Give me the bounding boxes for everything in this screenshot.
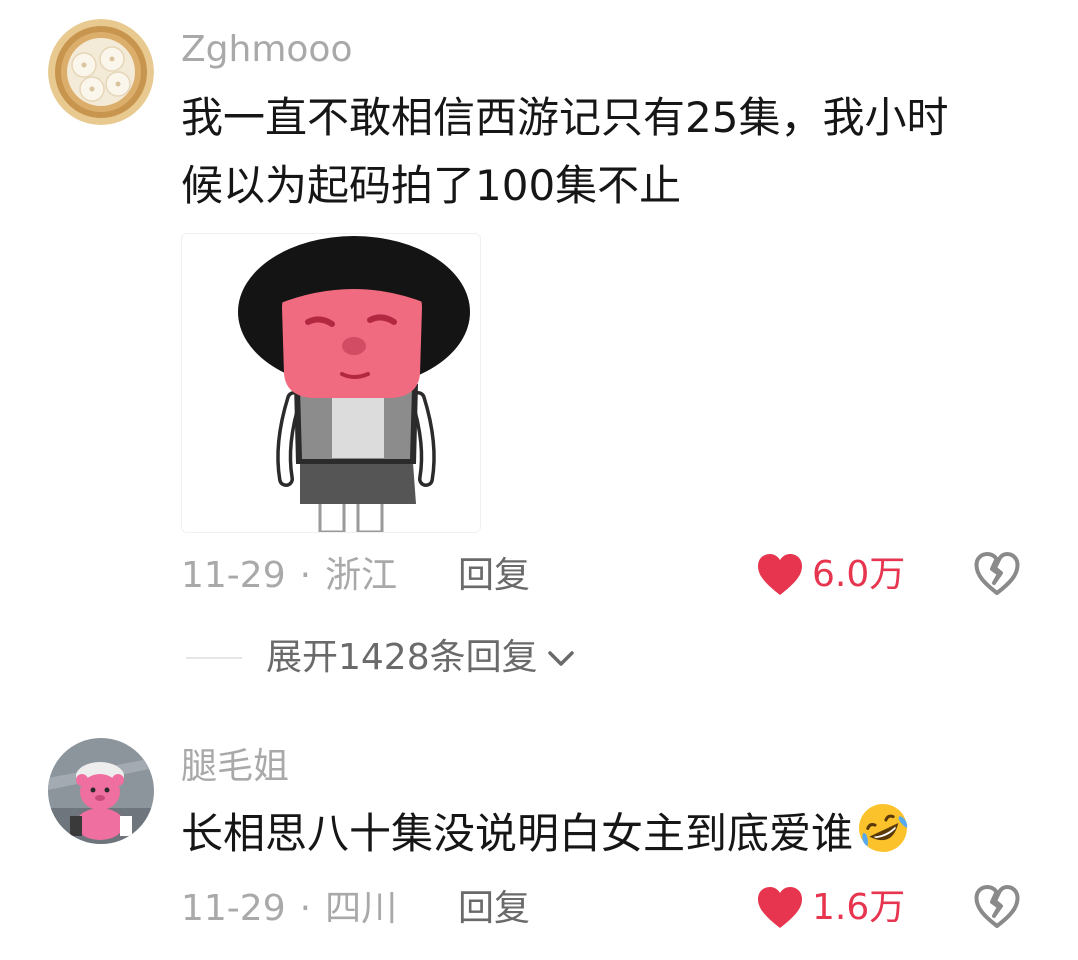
heart-icon: [758, 554, 802, 595]
rolling-laughing-emoji: [859, 804, 908, 852]
reply-button[interactable]: 回复: [458, 558, 530, 594]
comment-location: 四川: [325, 888, 398, 929]
cartoon-boy-sticker[interactable]: [181, 233, 481, 533]
broken-heart-icon[interactable]: [974, 885, 1020, 929]
comment-location: 浙江: [325, 555, 398, 596]
comment-date: 11-29: [181, 555, 286, 596]
comment-meta: 11-29 · 浙江: [181, 558, 397, 594]
expand-replies-label: 展开1428条回复: [266, 637, 538, 678]
pink-bear-avatar[interactable]: [48, 738, 154, 844]
like-count: 6.0万: [812, 554, 906, 595]
comment-text: 长相思八十集没说明白女主到底爱谁: [181, 800, 911, 868]
meta-separator: ·: [299, 888, 312, 929]
chevron-down-icon: [547, 651, 574, 666]
reply-button[interactable]: 回复: [458, 891, 530, 927]
like-button[interactable]: 1.6万: [756, 886, 905, 930]
expand-replies-button[interactable]: 展开1428条回复: [186, 640, 576, 676]
meta-separator: ·: [299, 555, 312, 596]
comment-meta: 11-29 · 四川: [181, 891, 397, 927]
comment-text-line: 我一直不敢相信西游记只有25集，我小时: [181, 93, 949, 142]
username[interactable]: 腿毛姐: [181, 749, 289, 785]
heart-icon: [758, 887, 802, 928]
like-count: 1.6万: [812, 887, 906, 928]
comment-text-line: 候以为起码拍了100集不止: [181, 161, 682, 210]
dumpling-steamer-avatar[interactable]: [48, 19, 154, 125]
broken-heart-icon[interactable]: [974, 552, 1020, 596]
comment-text-content: 长相思八十集没说明白女主到底爱谁: [181, 809, 854, 858]
comment-list: Zghmooo 我一直不敢相信西游记只有25集，我小时 候以为起码拍了100集不…: [0, 0, 1078, 960]
like-button[interactable]: 6.0万: [756, 553, 905, 597]
username[interactable]: Zghmooo: [181, 32, 352, 68]
divider: [186, 657, 242, 659]
comment-date: 11-29: [181, 888, 286, 929]
